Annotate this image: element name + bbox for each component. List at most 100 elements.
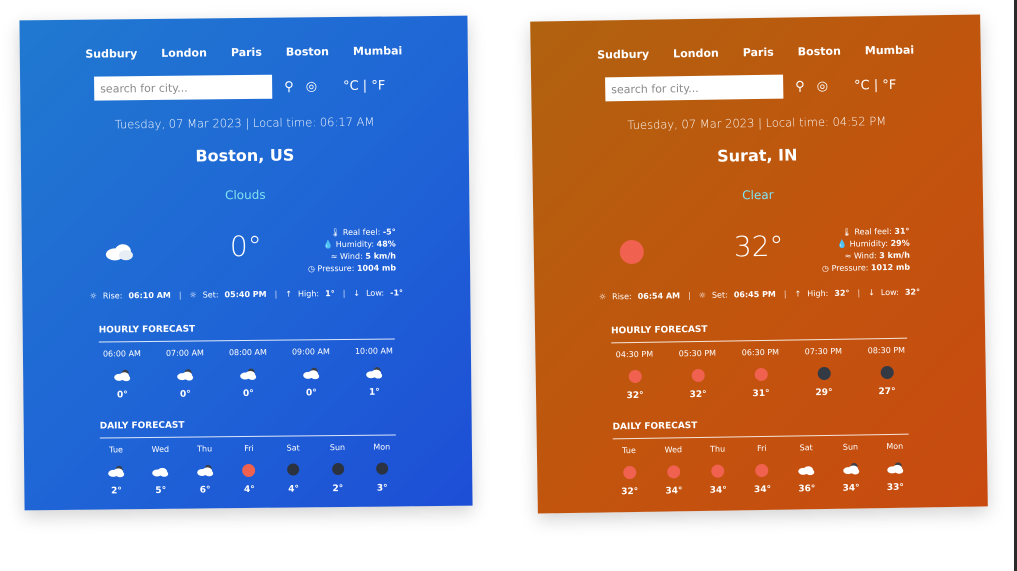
forecast-time-label: Tue <box>109 445 123 455</box>
arrow-up-icon: ↑ <box>794 289 802 299</box>
high-value: 1° <box>325 289 335 299</box>
weather-condition: Clouds <box>224 187 266 203</box>
pressure-value: 1012 mb <box>870 262 911 273</box>
arrow-up-icon: ↑ <box>285 289 293 299</box>
hourly-forecast-row: 04:30 PM 32° 05:30 PM 32° 06:30 PM 31° 07:30 P… <box>605 346 916 402</box>
sunrise-icon: ☼ <box>89 291 97 301</box>
city-link-london[interactable]: London <box>673 47 719 61</box>
sunrise-label: Rise: <box>612 292 632 302</box>
forecast-temperature: 0° <box>116 390 128 401</box>
unit-separator: | <box>362 78 368 94</box>
forecast-item: 09:00 AM 0° <box>282 347 341 399</box>
forecast-time-label: Mon <box>886 441 904 452</box>
forecast-temperature: 3° <box>376 483 388 494</box>
forecast-time-label: 09:00 AM <box>291 347 330 357</box>
city-link-sudbury[interactable]: Sudbury <box>597 48 649 62</box>
daily-forecast-title: DAILY FORECAST <box>612 420 698 433</box>
weather-card-boston: Sudbury London Paris Boston Mumbai ⚲ ◎ °… <box>19 15 473 511</box>
search-icon[interactable]: ⚲ <box>795 79 805 94</box>
overcast-icon <box>329 462 347 476</box>
city-link-london[interactable]: London <box>161 46 207 59</box>
city-link-paris[interactable]: Paris <box>743 46 774 59</box>
forecast-time-label: Sun <box>842 442 859 452</box>
sun-icon <box>753 463 771 477</box>
city-link-mumbai[interactable]: Mumbai <box>353 44 402 58</box>
weather-condition: Clear <box>742 187 774 203</box>
divider: | <box>342 288 346 298</box>
fahrenheit-button[interactable]: °F <box>882 77 896 92</box>
sun-icon <box>626 369 644 383</box>
forecast-temperature: 4° <box>288 484 300 495</box>
daily-forecast-row: Tue 2° Wed 5° Thu 6° Fri 4° Sat 4° Sun 2° Mon 3° <box>94 442 405 496</box>
forecast-item: Wed 5° <box>138 445 183 496</box>
gauge-icon: ◷ <box>307 264 316 274</box>
forecast-item: 04:30 PM 32° <box>605 350 664 402</box>
divider: | <box>857 288 861 298</box>
forecast-temperature: 2° <box>111 486 122 497</box>
cloud-sun-icon <box>302 366 320 380</box>
location-pin-icon[interactable]: ◎ <box>306 79 318 94</box>
divider <box>611 337 908 344</box>
moon-icon <box>878 365 896 379</box>
forecast-item: Fri 4° <box>227 444 272 495</box>
high-label: High: <box>807 288 829 299</box>
sunset-value: 06:45 PM <box>733 289 776 300</box>
forecast-item: Tue 2° <box>94 445 139 496</box>
daily-forecast-row: Tue 32° Wed 34° Thu 34° Fri 34° Sat 36° Sun 34° Mon 3… <box>607 442 918 498</box>
humidity-label: Humidity: <box>849 238 889 249</box>
forecast-time-label: Fri <box>244 443 254 454</box>
forecast-item: 06:30 PM 31° <box>731 348 790 400</box>
weather-details: 🌡 Real feel: 31° 💧 Humidity: 29% ≈ Wind:… <box>821 226 910 275</box>
sunset-value: 05:40 PM <box>224 289 267 300</box>
forecast-temperature: 2° <box>332 483 344 495</box>
arrow-down-icon: ↓ <box>353 288 361 298</box>
city-shortcuts: Sudbury London Paris Boston Mumbai <box>531 42 981 62</box>
celsius-button[interactable]: °C <box>343 78 359 93</box>
search-row: ⚲ ◎ °C | °F <box>94 74 385 101</box>
sun-icon <box>620 465 638 479</box>
forecast-item: Fri 34° <box>740 444 785 496</box>
pressure-label: Pressure: <box>317 263 355 274</box>
search-input[interactable] <box>605 74 784 102</box>
search-input[interactable] <box>94 74 273 101</box>
high-value: 32° <box>834 288 850 298</box>
hourly-forecast-row: 06:00 AM 0° 07:00 AM 0° 08:00 AM 0° 09:00 AM 0°… <box>93 346 404 400</box>
sunset-label: Set: <box>202 290 219 300</box>
sunset-icon: ☼ <box>189 290 197 300</box>
real-feel-value: 31° <box>894 226 910 236</box>
celsius-button[interactable]: °C <box>854 78 870 93</box>
forecast-temperature: 32° <box>626 390 644 402</box>
search-icon[interactable]: ⚲ <box>284 79 294 94</box>
thermometer-icon: 🌡 <box>330 228 341 238</box>
forecast-time-label: 06:00 AM <box>102 349 141 359</box>
city-title: Boston, US <box>195 145 295 166</box>
cloud-sun-icon <box>365 366 383 380</box>
city-link-boston[interactable]: Boston <box>286 45 329 58</box>
sun-and-range-row: ☼ Rise: 06:54 AM | ☼ Set: 06:45 PM | ↑ H… <box>534 286 984 302</box>
real-feel-label: Real feel: <box>342 227 381 237</box>
wind-value: 3 km/h <box>879 250 910 261</box>
wind-value: 5 km/h <box>365 251 396 261</box>
forecast-time-label: 06:30 PM <box>741 347 780 358</box>
forecast-temperature: 0° <box>305 388 317 399</box>
forecast-item: Sun 2° <box>315 443 360 494</box>
location-pin-icon[interactable]: ◎ <box>817 78 829 93</box>
cloud-sun-icon <box>239 367 257 381</box>
city-link-paris[interactable]: Paris <box>231 46 262 59</box>
overcast-icon <box>373 461 391 475</box>
city-link-sudbury[interactable]: Sudbury <box>85 47 137 61</box>
city-link-mumbai[interactable]: Mumbai <box>865 44 915 58</box>
cloud-sun-icon <box>107 464 125 478</box>
forecast-item: Sat 36° <box>784 443 829 495</box>
forecast-item: Thu 6° <box>182 444 227 495</box>
fahrenheit-button[interactable]: °F <box>371 78 385 93</box>
city-link-boston[interactable]: Boston <box>798 45 841 59</box>
low-value: 32° <box>904 287 921 297</box>
cloud-sun-icon <box>196 463 214 477</box>
sunrise-value: 06:54 AM <box>637 291 681 301</box>
hourly-forecast-title: HOURLY FORECAST <box>610 324 708 337</box>
forecast-temperature: 34° <box>753 484 772 496</box>
forecast-time-label: 10:00 AM <box>354 346 393 356</box>
forecast-time-label: Thu <box>710 444 726 454</box>
droplet-icon: 💧 <box>323 240 334 250</box>
